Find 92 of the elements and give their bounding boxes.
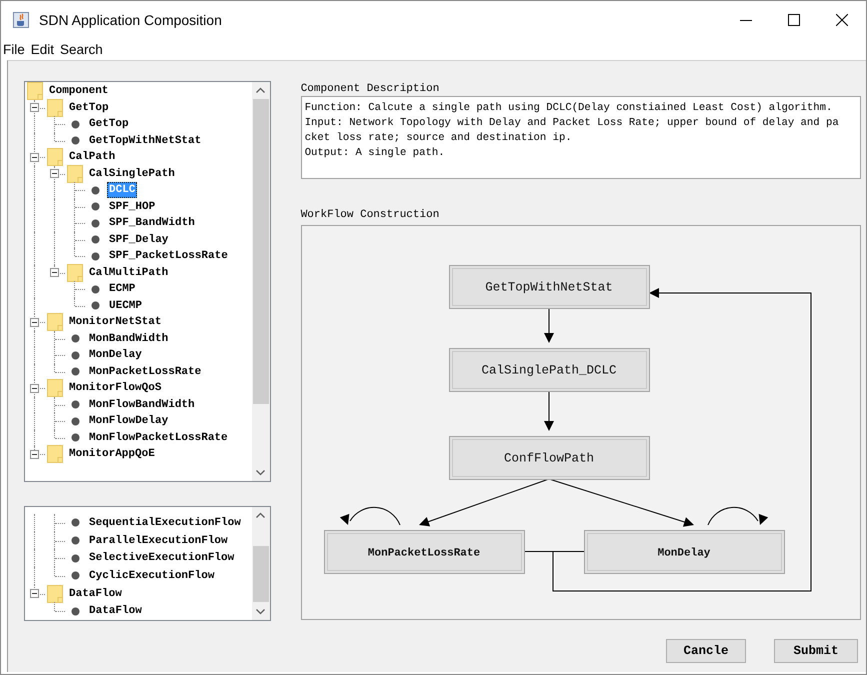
tree-item[interactable]: MonBandWidth	[87, 330, 170, 347]
window-title: SDN Application Composition	[39, 12, 222, 28]
menu-item[interactable]: Edit	[28, 42, 58, 56]
tree-item[interactable]: CyclicExecutionFlow	[87, 568, 216, 584]
bullet-icon	[70, 120, 80, 129]
collapse-icon[interactable]	[30, 318, 39, 327]
tree-item[interactable]: CalSinglePath	[87, 166, 177, 182]
section-label: WorkFlow Construction	[300, 209, 440, 222]
workflow-node[interactable]: MonPacketLossRate	[324, 530, 525, 574]
collapse-icon[interactable]	[30, 103, 39, 112]
workflow-node[interactable]: ConfFlowPath	[448, 436, 650, 480]
component-tree[interactable]	[24, 81, 271, 482]
description-line: Function: Calcute a single path using DCLC(Delay constiained Least Cost) algorithm.	[304, 101, 834, 116]
collapse-icon[interactable]	[30, 152, 39, 162]
tree-item[interactable]: DataFlow	[67, 586, 124, 602]
bullet-icon	[70, 554, 80, 563]
collapse-icon[interactable]	[30, 589, 39, 598]
tree-item[interactable]: MonitorNetStat	[67, 314, 164, 330]
bullet-icon	[90, 252, 100, 261]
folder-icon	[47, 379, 63, 398]
bullet-icon	[90, 284, 100, 294]
folder-icon	[67, 164, 83, 183]
workflow-canvas[interactable]: GetTopWithNetStat CalSinglePath_DCLC ConfFlowPath MonPacketLossRate MonDelay	[300, 225, 861, 620]
tree-item[interactable]: SPF_HOP	[107, 198, 158, 215]
folder-icon	[47, 148, 63, 166]
scrollbar[interactable]	[252, 507, 270, 620]
cancel-button[interactable]: Cancle	[666, 639, 746, 663]
tree-item[interactable]: SequentialExecutionFlow	[87, 514, 243, 531]
bullet-icon	[70, 416, 80, 426]
tree-item[interactable]: MonPacketLossRate	[87, 364, 204, 380]
folder-icon	[47, 313, 63, 332]
bullet-icon	[90, 301, 100, 310]
tree-item[interactable]: GetTop	[67, 100, 111, 116]
bullet-icon	[70, 606, 80, 616]
tree-item[interactable]: MonFlowBandWidth	[87, 396, 197, 413]
bullet-icon	[90, 202, 100, 212]
bullet-icon	[70, 334, 80, 344]
bullet-icon	[70, 571, 80, 580]
bullet-icon	[90, 235, 100, 244]
menu-item[interactable]: File	[1, 42, 28, 56]
description-line: cket loss rate; source and destination ip.	[304, 131, 573, 146]
tree-item[interactable]: MonFlowPacketLossRate	[87, 430, 230, 446]
arrow	[544, 308, 554, 343]
collapse-icon[interactable]	[30, 450, 39, 459]
tree-item[interactable]: SPF_Delay	[107, 232, 170, 248]
tree-item[interactable]: GetTopWithNetStat	[87, 132, 204, 149]
bullet-icon	[70, 518, 80, 528]
description-line: Output: A single path.	[304, 146, 446, 161]
tree-item[interactable]: Component	[47, 83, 110, 100]
tree-item[interactable]: GetTop	[87, 116, 131, 132]
menu-item[interactable]: Search	[57, 42, 106, 56]
folder-icon	[47, 445, 63, 464]
collapse-icon[interactable]	[30, 384, 39, 393]
folder-icon	[27, 82, 43, 100]
tree-item[interactable]: MonDelay	[87, 347, 144, 364]
folder-icon	[67, 264, 83, 282]
arrow	[544, 390, 554, 431]
bullet-icon	[70, 433, 80, 442]
tree-item[interactable]: UECMP	[107, 298, 144, 314]
tree-item[interactable]: ParallelExecutionFlow	[87, 532, 230, 549]
collapse-icon[interactable]	[50, 268, 59, 278]
collapse-icon[interactable]	[50, 169, 59, 178]
bullet-icon	[70, 350, 80, 360]
bullet-icon	[90, 218, 100, 228]
bullet-icon	[70, 400, 80, 410]
tree-item[interactable]: CalMultiPath	[87, 264, 170, 281]
tree-item[interactable]: ECMP	[107, 281, 138, 298]
tree-item[interactable]: SPF_BandWidth	[107, 215, 197, 232]
bullet-icon	[90, 186, 100, 195]
folder-icon	[47, 98, 63, 117]
workflow-node[interactable]: GetTopWithNetStat	[448, 265, 650, 309]
flow-tree[interactable]: SequentialExecutionFlow ParallelExecutionFlow SelectiveExecutionFlow CyclicExecutionFlow DataFlow DataFlow	[24, 506, 271, 621]
tree-item[interactable]: MonitorFlowQoS	[67, 380, 164, 396]
tree-item[interactable]: SelectiveExecutionFlow	[87, 550, 236, 566]
close-icon[interactable]	[836, 14, 848, 26]
bullet-icon	[70, 367, 80, 376]
description-line: Input: Network Topology with Delay and Packet Loss Rate; upper bound of delay and pa	[304, 116, 840, 131]
bullet-icon	[70, 136, 80, 146]
tree-item[interactable]: MonitorAppQoE	[67, 446, 157, 462]
submit-button[interactable]: Submit	[774, 639, 858, 663]
folder-icon	[47, 584, 63, 603]
scrollbar[interactable]	[252, 82, 270, 481]
maximize-icon[interactable]	[788, 14, 800, 26]
tree-item[interactable]: CalPath	[67, 149, 118, 166]
bullet-icon	[70, 536, 80, 546]
workflow-node[interactable]: CalSinglePath_DCLC	[448, 348, 650, 392]
workflow-node[interactable]: MonDelay	[584, 530, 785, 574]
tree-item[interactable]: MonFlowDelay	[87, 413, 170, 430]
tree-item[interactable]: DataFlow	[87, 603, 144, 620]
section-label: Component Description	[300, 83, 440, 96]
tree-item[interactable]: SPF_PacketLossRate	[107, 248, 230, 264]
cup-icon	[13, 12, 29, 28]
